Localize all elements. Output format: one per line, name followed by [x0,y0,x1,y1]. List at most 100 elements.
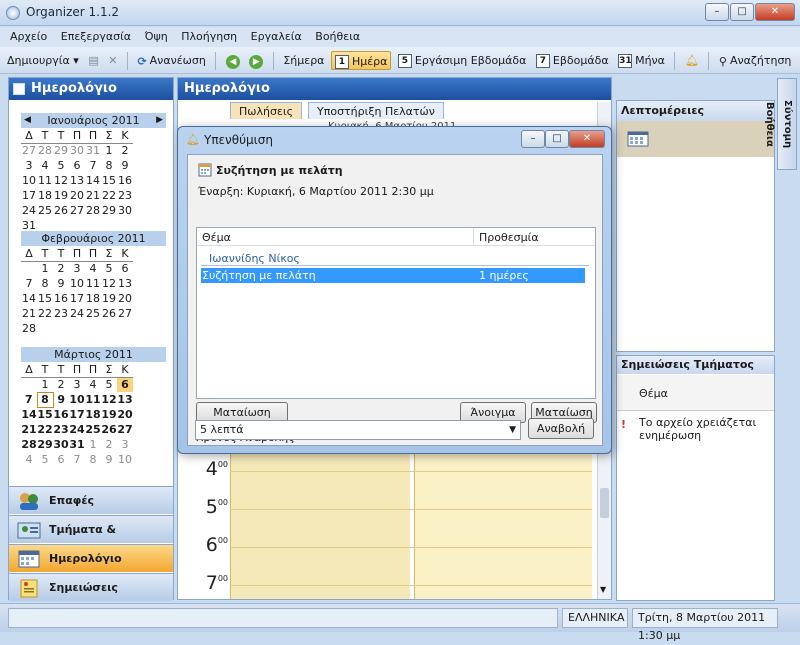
save-icon[interactable]: ▤ [85,51,101,70]
calendar-day[interactable]: 24 [69,422,85,437]
calendar-day[interactable]: 8 [36,391,54,408]
close-button[interactable]: ✕ [755,3,795,21]
calendar-day[interactable]: 9 [53,392,69,407]
calendar-day[interactable]: 7 [21,392,37,407]
calendar-day[interactable]: 14 [85,173,101,188]
calendar-day[interactable]: 5 [37,452,53,467]
notes-column-header[interactable]: Θέμα [617,375,774,411]
calendar-day[interactable]: 11 [85,392,101,407]
calendar-day[interactable] [69,321,85,336]
calendar-day[interactable] [53,321,69,336]
forward-button[interactable]: ▶ [246,51,266,70]
search-button[interactable]: ⚲ Αναζήτηση [716,51,794,70]
dialog-minimize-button[interactable]: – [521,130,545,148]
calendar-day[interactable]: 3 [69,377,85,392]
calendar-day[interactable]: 26 [101,422,117,437]
calendar-day[interactable]: 1 [85,437,101,452]
calendar-day[interactable]: 22 [37,422,53,437]
calendar-day[interactable]: 16 [53,291,69,306]
calendar-day[interactable]: 29 [101,203,117,218]
calendar-day[interactable]: 6 [53,452,69,467]
calendar-day[interactable]: 2 [53,261,69,276]
nav-calendar[interactable]: Ημερολόγιο [9,544,173,572]
today-button[interactable]: Σήμερα [280,51,327,70]
calendar-day[interactable] [85,321,101,336]
column-subject[interactable]: Θέμα [202,231,231,244]
calendar-day[interactable] [21,377,37,392]
calendar-day[interactable]: 19 [101,407,117,422]
calendar-day[interactable]: 28 [21,437,37,452]
nav-notes[interactable]: Σημειώσεις [9,573,173,601]
calendar-day[interactable]: 29 [53,143,69,158]
calendar-day[interactable]: 31 [69,437,85,452]
calendar-day[interactable]: 5 [101,261,117,276]
calendar-day[interactable] [21,261,37,276]
calendar-day[interactable]: 5 [53,158,69,173]
calendar-day[interactable]: 30 [53,437,69,452]
calendar-day[interactable]: 21 [21,306,37,321]
calendar-day[interactable]: 3 [117,437,133,452]
calendar-day[interactable]: 28 [37,143,53,158]
calendar-day[interactable]: 28 [21,321,37,336]
calendar-day[interactable]: 15 [37,407,53,422]
calendar-column-support[interactable] [414,453,592,599]
calendar-day[interactable]: 23 [53,422,69,437]
calendar-day[interactable]: 6 [69,158,85,173]
note-item[interactable]: Το αρχείο χρειάζεται ενημέρωση [639,416,771,442]
tab-sales[interactable]: Πωλήσεις [230,102,303,119]
calendar-day[interactable]: 9 [53,276,69,291]
delete-icon[interactable]: ✕ [105,51,120,70]
day-view-button[interactable]: 1 Ημέρα [330,51,392,70]
menu-file[interactable]: Αρχείο [0,27,52,43]
calendar-day[interactable]: 16 [53,407,69,422]
calendar-day[interactable] [117,321,133,336]
calendar-day[interactable]: 18 [37,188,53,203]
calendar-day[interactable]: 16 [117,173,133,188]
calendar-day[interactable]: 8 [37,276,53,291]
dialog-close-button[interactable]: ✕ [569,130,605,148]
calendar-day[interactable]: 2 [53,377,69,392]
snooze-time-select[interactable]: 5 λεπτά ▼ [195,420,521,440]
calendar-day[interactable] [101,321,117,336]
reminder-bell-icon[interactable]: 🔔︎ [682,51,702,70]
calendar-day[interactable]: 6 [117,261,133,276]
back-button[interactable]: ◀ [223,51,243,70]
calendar-day[interactable]: 29 [37,437,53,452]
calendar-day[interactable]: 9 [101,452,117,467]
calendar-day[interactable]: 1 [37,261,53,276]
calendar-day[interactable]: 8 [85,452,101,467]
menu-tools[interactable]: Εργαλεία [246,27,307,43]
calendar-day[interactable]: 4 [85,261,101,276]
calendar-day[interactable]: 25 [85,306,101,321]
calendar-day[interactable]: 25 [85,422,101,437]
calendar-day[interactable]: 24 [21,203,37,218]
calendar-day[interactable]: 20 [69,188,85,203]
calendar-day[interactable]: 13 [69,173,85,188]
week-view-button[interactable]: 7 Εβδομάδα [533,51,612,70]
calendar-day[interactable]: 21 [85,188,101,203]
scrollbar-thumb[interactable] [600,488,609,518]
calendar-day[interactable]: 25 [37,203,53,218]
calendar-day[interactable]: 27 [117,306,133,321]
minimize-button[interactable]: – [705,3,729,21]
maximize-button[interactable]: □ [730,3,754,21]
calendar-day[interactable]: 2 [117,143,133,158]
calendar-day[interactable]: 14 [21,407,37,422]
calendar-day[interactable]: 17 [69,407,85,422]
calendar-day[interactable]: 21 [21,422,37,437]
calendar-day[interactable]: 22 [101,188,117,203]
nav-departments[interactable]: Τμήματα & Εργαζόμενοι [9,515,173,564]
prev-month-icon[interactable]: ◀ [24,113,31,128]
menu-view[interactable]: Όψη [140,27,173,43]
scroll-down-icon[interactable]: ▼ [600,585,606,594]
calendar-day[interactable]: 3 [21,158,37,173]
calendar-day[interactable]: 12 [101,276,117,291]
calendar-day[interactable]: 15 [37,291,53,306]
calendar-day[interactable]: 22 [37,306,53,321]
calendar-day[interactable] [37,321,53,336]
month-view-button[interactable]: 31 Μήνα [615,51,668,70]
nav-contacts[interactable]: Επαφές [9,486,173,514]
column-due[interactable]: Προθεσμία [479,231,539,244]
refresh-button[interactable]: ⟳ Ανανέωση [134,51,208,70]
next-month-icon[interactable]: ▶ [156,113,163,128]
